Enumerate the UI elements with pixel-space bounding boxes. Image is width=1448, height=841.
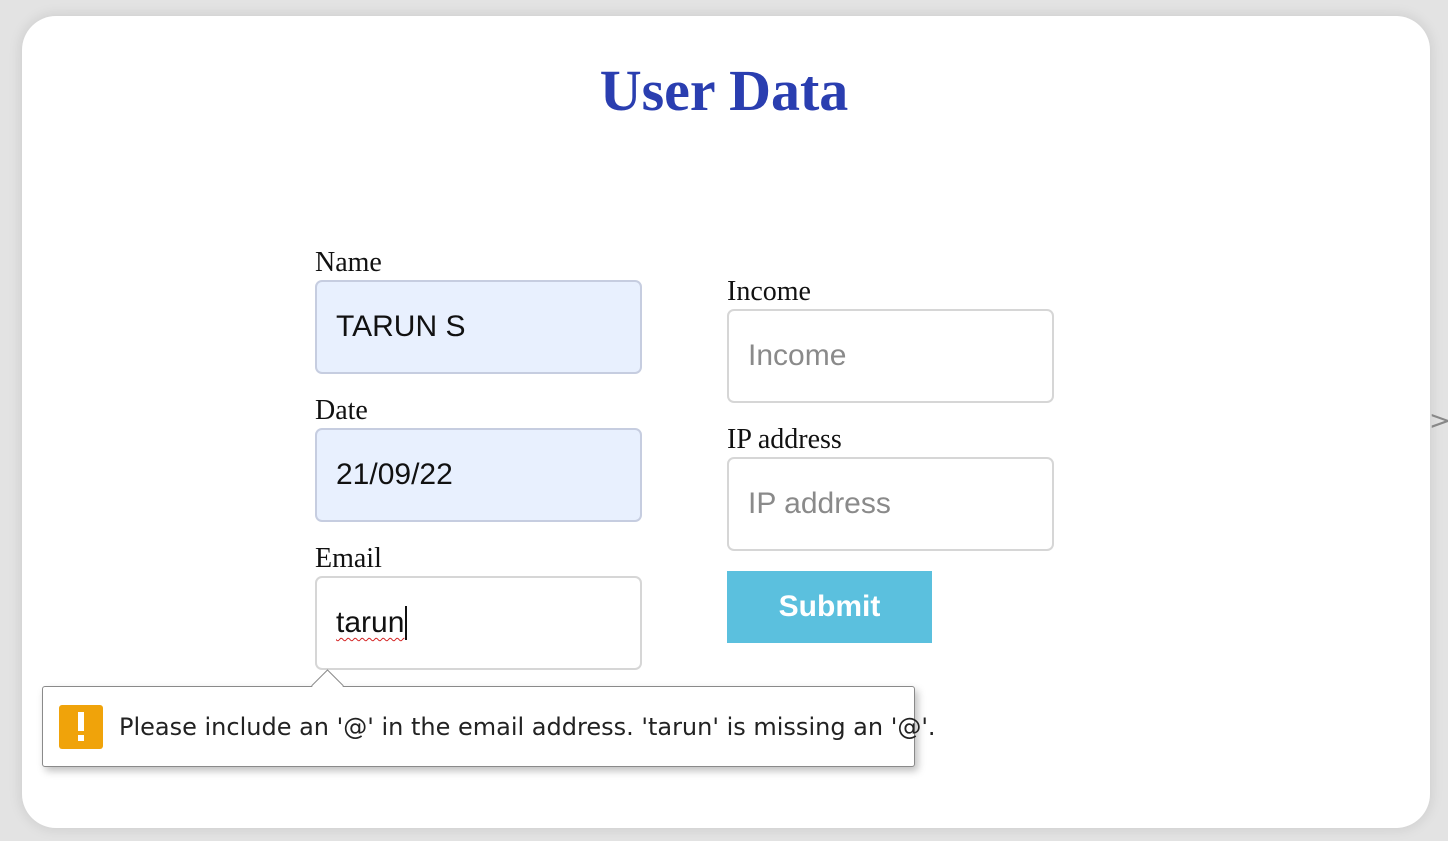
- ip-address-label: IP address: [727, 424, 842, 455]
- date-input-value: 21/09/22: [336, 458, 453, 491]
- email-input[interactable]: tarun: [315, 576, 642, 670]
- income-label: Income: [727, 276, 811, 307]
- income-input[interactable]: Income: [727, 309, 1054, 403]
- date-label: Date: [315, 395, 368, 426]
- submit-button[interactable]: Submit: [727, 571, 932, 643]
- name-input[interactable]: TARUN S: [315, 280, 642, 374]
- chevron-right-icon[interactable]: >: [1429, 406, 1448, 436]
- name-label: Name: [315, 247, 382, 278]
- text-caret: [405, 606, 408, 640]
- validation-tooltip: Please include an '@' in the email addre…: [42, 669, 936, 767]
- email-input-value: tarun: [336, 606, 405, 639]
- income-input-placeholder: Income: [748, 339, 847, 372]
- warning-icon: [59, 704, 103, 749]
- name-input-value: TARUN S: [336, 310, 466, 343]
- ip-address-input[interactable]: IP address: [727, 457, 1054, 551]
- date-input[interactable]: 21/09/22: [315, 428, 642, 522]
- validation-message: Please include an '@' in the email addre…: [119, 712, 936, 741]
- page-title: User Data: [599, 58, 849, 123]
- email-label: Email: [315, 543, 382, 574]
- ip-address-input-placeholder: IP address: [748, 487, 891, 520]
